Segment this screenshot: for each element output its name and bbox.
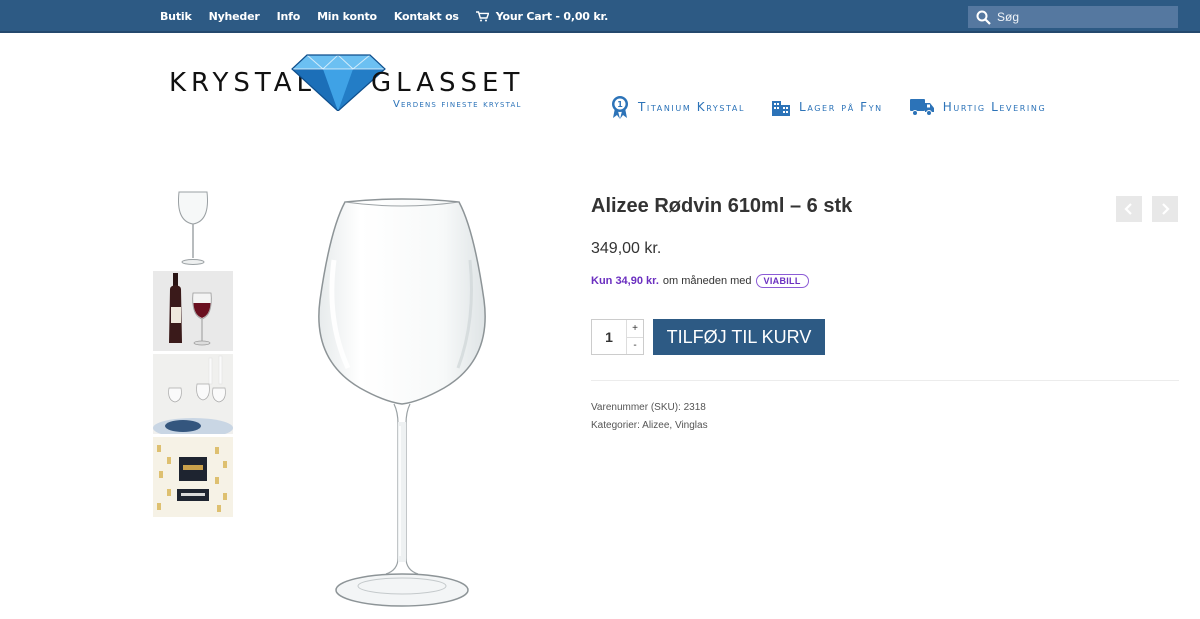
table-thumbnail-image <box>153 354 233 434</box>
feature-levering: Hurtig Levering <box>909 97 1046 117</box>
truck-icon <box>909 99 934 116</box>
logo-word-glasset: GLASSET <box>371 68 525 98</box>
quantity-input[interactable] <box>592 320 626 354</box>
feature-bar: 1 Titanium Krystal Lager på Fyn Hurtig L… <box>610 95 1072 119</box>
top-navigation: Butik Nyheder Info Min konto Kontakt os … <box>160 0 625 33</box>
chevron-right-icon <box>1162 203 1170 215</box>
cart-link[interactable]: Your Cart - 0,00 kr. <box>475 10 609 23</box>
box-thumbnail-image <box>153 437 233 517</box>
product-thumbnails <box>153 188 233 520</box>
search-box[interactable] <box>968 6 1178 28</box>
nav-min-konto[interactable]: Min konto <box>317 10 377 23</box>
product-categories: Kategorier: Alizee, Vinglas <box>591 420 708 431</box>
glass-thumbnail-image <box>178 191 208 265</box>
wine-glass-image <box>318 198 486 607</box>
divider <box>591 380 1179 381</box>
wine-thumbnail-image <box>153 271 233 351</box>
product-main-image[interactable] <box>290 190 520 610</box>
search-icon <box>976 10 991 25</box>
product-navigation <box>1116 196 1188 222</box>
feature-label-lager: Lager på Fyn <box>799 100 883 114</box>
logo-tagline: Verdens fineste krystal <box>393 99 522 110</box>
quantity-increase-button[interactable]: + <box>627 320 643 338</box>
thumbnail-gift-box[interactable] <box>153 437 233 517</box>
viabill-text: om måneden med <box>662 275 752 287</box>
previous-product-button[interactable] <box>1116 196 1142 222</box>
nav-kontakt-os[interactable]: Kontakt os <box>394 10 459 23</box>
quantity-buttons: + - <box>626 320 643 354</box>
award-badge-icon: 1 <box>612 96 628 119</box>
sku-label: Varenummer (SKU): <box>591 402 681 413</box>
quantity-stepper: + - <box>591 319 644 355</box>
viabill-amount: Kun 34,90 kr. <box>591 275 659 287</box>
category-link-vinglas[interactable]: Vinglas <box>675 420 708 431</box>
next-product-button[interactable] <box>1152 196 1178 222</box>
feature-label-levering: Hurtig Levering <box>942 100 1047 114</box>
nav-butik[interactable]: Butik <box>160 10 192 23</box>
site-logo[interactable]: KRYSTAL GLASSET Verdens fineste krystal <box>167 48 567 118</box>
feature-lager: Lager på Fyn <box>771 97 883 117</box>
add-to-cart-button[interactable]: TILFØJ TIL KURV <box>653 319 825 355</box>
chevron-left-icon <box>1124 203 1132 215</box>
thumbnail-wine-bottle[interactable] <box>153 271 233 351</box>
warehouse-icon <box>772 101 791 116</box>
cart-label: Your Cart - 0,00 kr. <box>495 10 609 23</box>
feature-titanium: 1 Titanium Krystal <box>610 95 745 119</box>
nav-info[interactable]: Info <box>277 10 301 23</box>
search-input[interactable] <box>997 10 1167 24</box>
top-bar: Butik Nyheder Info Min konto Kontakt os … <box>0 0 1200 33</box>
thumbnail-glass[interactable] <box>153 188 233 268</box>
sku-value: 2318 <box>683 402 706 413</box>
thumbnail-table-setting[interactable] <box>153 354 233 434</box>
categories-label: Kategorier: <box>591 420 640 431</box>
quantity-decrease-button[interactable]: - <box>627 338 643 355</box>
svg-text:1: 1 <box>617 100 623 109</box>
product-title: Alizee Rødvin 610ml – 6 stk <box>591 195 853 217</box>
category-link-alizee[interactable]: Alizee <box>642 420 669 431</box>
viabill-info: Kun 34,90 kr. om måneden med VIABILL <box>591 274 809 288</box>
category-separator: , <box>669 420 673 431</box>
cart-icon <box>475 11 489 22</box>
viabill-badge[interactable]: VIABILL <box>755 274 809 288</box>
feature-label-titanium: Titanium Krystal <box>638 100 746 114</box>
product-price: 349,00 kr. <box>591 240 662 257</box>
nav-nyheder[interactable]: Nyheder <box>209 10 260 23</box>
product-sku: Varenummer (SKU): 2318 <box>591 402 706 413</box>
